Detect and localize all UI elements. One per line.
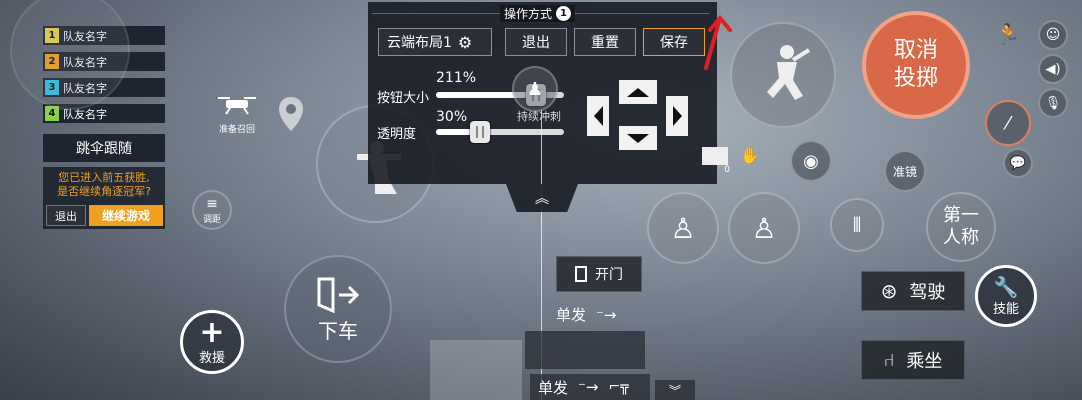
opacity-value: 30% — [436, 109, 468, 125]
arrow-down-icon — [627, 133, 649, 143]
prompt-continue-button[interactable]: 继续游戏 — [89, 205, 163, 226]
first-person-line2: 人称 — [943, 227, 979, 248]
exit-vehicle-label: 下车 — [318, 318, 358, 343]
eye-icon: ◉ — [803, 150, 819, 172]
open-door-label: 开门 — [595, 267, 623, 283]
steering-wheel-icon: ⊛ — [880, 279, 898, 303]
skill-button[interactable]: 🔧 技能 — [975, 265, 1037, 327]
panel-collapse-tab[interactable]: ︽ — [506, 184, 578, 212]
emote-icon[interactable]: ☺ — [1038, 20, 1068, 50]
adjust-icon: ≡ — [206, 195, 218, 212]
move-left-button[interactable] — [587, 96, 609, 136]
fire-mode-top-label: 单发 — [556, 306, 587, 324]
map-marker-icon[interactable] — [276, 95, 306, 135]
speaker-icon[interactable]: ◀) — [1038, 54, 1068, 84]
layout-select-value: 云端布局1 — [387, 35, 452, 51]
drive-button[interactable]: ⊛ 驾驶 — [861, 271, 965, 311]
lean-left-icon: ♙ — [670, 211, 696, 245]
reload-button[interactable]: ⦀ — [830, 198, 884, 252]
sprint-icon: ♟ — [526, 78, 544, 100]
chevron-down-icon: ︾ — [668, 383, 681, 398]
arrow-left-icon — [593, 106, 603, 126]
panel-save-button[interactable]: 保存 — [643, 28, 705, 56]
chat-icon[interactable]: 💬 — [1003, 148, 1033, 178]
prompt-message-1: 您已进入前五获胜, — [58, 171, 150, 184]
knife-icon: ⁄ — [1006, 112, 1010, 134]
cancel-throw-line2: 投掷 — [893, 66, 938, 91]
arrow-up-icon — [627, 87, 649, 97]
fire-mode-bottom-label: 单发 — [538, 378, 569, 397]
scope-button[interactable]: 准镜 — [884, 150, 926, 192]
microphone-icon[interactable]: 🎙 — [1038, 88, 1068, 118]
scope-label: 准镜 — [892, 164, 917, 179]
peek-eye-button[interactable]: ◉ — [790, 140, 832, 182]
fire-mode-bottom[interactable]: 单发 ⁻→ ⌐╦ — [530, 374, 650, 400]
chevron-up-icon: ︽ — [535, 191, 549, 207]
panel-reset-button[interactable]: 重置 — [574, 28, 636, 56]
weapon-slot-empty[interactable] — [525, 331, 645, 369]
opacity-slider-handle[interactable] — [470, 121, 490, 143]
jumping-soldier-icon — [767, 45, 811, 100]
move-up-button[interactable] — [619, 80, 657, 104]
rescue-button[interactable]: + 救援 — [180, 310, 244, 374]
drive-label: 驾驶 — [909, 282, 946, 303]
plus-icon: + — [199, 314, 225, 350]
panel-title: 操作方式 1 — [500, 5, 576, 22]
cancel-throw-button[interactable]: 取消 投掷 — [862, 11, 970, 119]
lean-left-button[interactable]: ♙ — [647, 192, 719, 264]
panel-title-text: 操作方式 — [504, 7, 553, 21]
exit-vehicle-button[interactable]: 下车 — [284, 255, 392, 363]
drone-recall-button[interactable]: 准备召回 — [214, 90, 260, 138]
first-person-button[interactable]: 第一 人称 — [926, 192, 996, 262]
control-settings-panel: 操作方式 1 云端布局1 ⚙ 退出 重置 保存 按钮大小 211% 透明度 30… — [368, 2, 717, 184]
arrow-right-icon — [672, 106, 682, 126]
cancel-throw-line1: 取消 — [893, 38, 938, 63]
lean-right-icon: ♙ — [751, 211, 777, 245]
move-down-button[interactable] — [619, 126, 657, 150]
size-value: 211% — [436, 70, 477, 86]
adjust-distance-button[interactable]: ≡ 调距 — [192, 190, 232, 230]
opacity-label: 透明度 — [377, 127, 417, 142]
ammo-icon: ⦀ — [852, 213, 862, 237]
gear-icon: ⚙ — [457, 32, 473, 52]
open-door-button[interactable]: 开门 — [556, 256, 642, 292]
exit-door-icon — [317, 277, 360, 313]
seat-icon: ⑁ — [883, 349, 895, 371]
adjust-label: 调距 — [202, 214, 221, 225]
ride-button[interactable]: ⑁ 乘坐 — [861, 340, 965, 380]
pickup-hand-icon[interactable]: ✋ — [740, 146, 770, 168]
rescue-label: 救援 — [198, 350, 225, 366]
sprint-toggle-icon[interactable]: 🏃 — [995, 22, 1021, 48]
pistol-icon: ⌐╦ — [608, 379, 629, 395]
fire-mode-top[interactable]: 单发 ⁻→ — [556, 304, 617, 325]
item-count: 0 — [724, 165, 730, 175]
panel-exit-button[interactable]: 退出 — [505, 28, 567, 56]
supply-box-icon — [702, 147, 728, 165]
drone-icon — [218, 97, 256, 115]
drone-label: 准备召回 — [218, 125, 255, 135]
prompt-message-2: 是否继续角逐冠军? — [57, 185, 151, 198]
sprint-button[interactable]: ♟ — [512, 66, 558, 112]
jump-button[interactable] — [730, 22, 836, 128]
melee-knife-button[interactable]: ⁄ — [985, 100, 1031, 146]
move-right-button[interactable] — [666, 96, 688, 136]
lean-right-button[interactable]: ♙ — [728, 192, 800, 264]
sprint-label: 持续冲刺 — [517, 110, 561, 123]
bullet-icon: ⁻→ — [596, 305, 617, 324]
bullet-icon: ⁻→ — [578, 378, 599, 396]
weapon-expand-button[interactable]: ︾ — [655, 380, 695, 400]
wrench-icon: 🔧 — [993, 274, 1019, 299]
skill-label: 技能 — [992, 301, 1019, 317]
weapon-slot-ghost — [430, 340, 522, 400]
door-icon — [575, 266, 587, 282]
supply-box-button[interactable]: 0 — [700, 145, 730, 175]
size-label: 按钮大小 — [377, 91, 430, 106]
parachute-follow-button[interactable]: 跳伞跟随 — [43, 134, 165, 162]
layout-select[interactable]: 云端布局1 ⚙ — [378, 28, 492, 56]
first-person-line1: 第一 — [943, 205, 979, 226]
prompt-exit-button[interactable]: 退出 — [46, 205, 86, 226]
panel-badge: 1 — [556, 6, 572, 21]
ride-label: 乘坐 — [906, 351, 943, 372]
